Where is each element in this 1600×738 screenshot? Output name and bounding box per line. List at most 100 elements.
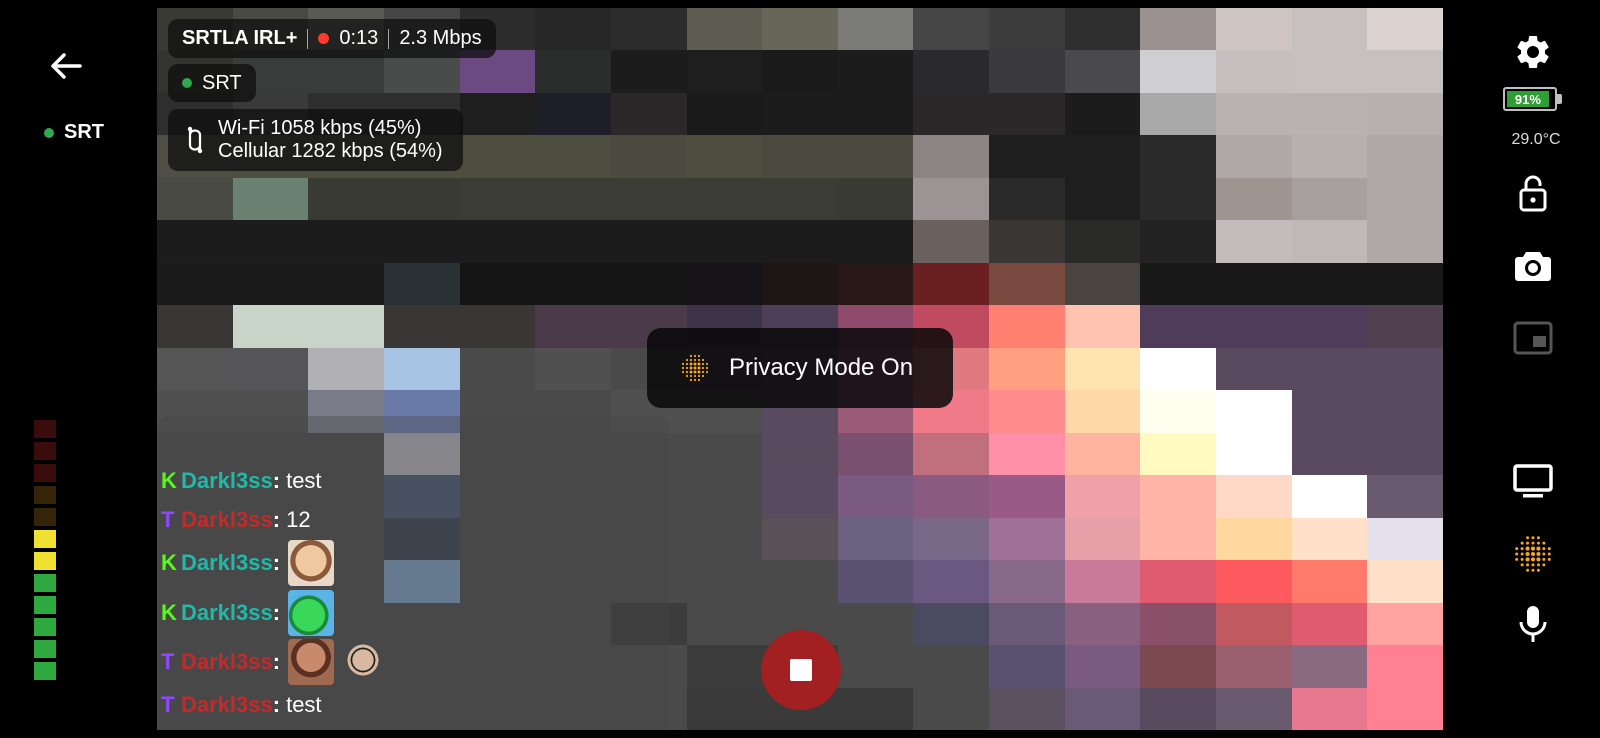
audio-meter-segment bbox=[34, 640, 56, 658]
mosaic-tile bbox=[837, 262, 914, 306]
audio-meter-segment bbox=[34, 662, 56, 680]
mosaic-tile bbox=[1064, 262, 1141, 306]
mosaic-tile bbox=[1367, 517, 1443, 561]
mosaic-tile bbox=[837, 135, 914, 178]
protocol-pill: SRT bbox=[168, 64, 256, 102]
mosaic-tile bbox=[762, 560, 838, 603]
mosaic-tile bbox=[1216, 645, 1292, 688]
monitor-icon bbox=[1513, 464, 1553, 498]
picture-in-picture-icon bbox=[1513, 321, 1553, 355]
camera-preview[interactable]: SRTLA IRL+ 0:13 2.3 Mbps SRT Wi-Fi 1058 … bbox=[157, 8, 1443, 730]
microphone-button[interactable] bbox=[1511, 602, 1555, 646]
kick-platform-badge: K bbox=[161, 468, 177, 493]
mosaic-tile bbox=[837, 560, 914, 603]
mosaic-tile bbox=[383, 305, 460, 348]
mosaic-tile bbox=[1291, 432, 1368, 476]
mosaic-tile bbox=[1064, 92, 1141, 136]
mosaic-tile bbox=[459, 305, 536, 348]
picture-in-picture-button[interactable] bbox=[1511, 316, 1555, 360]
mosaic-tile bbox=[989, 645, 1065, 688]
chat-username: Darkl3ss bbox=[181, 600, 273, 625]
mosaic-tile bbox=[913, 8, 990, 51]
mosaic-tile bbox=[1291, 177, 1368, 221]
mosaic-tile bbox=[1216, 560, 1292, 603]
mosaic-tile bbox=[1140, 432, 1217, 476]
bonding-stats-pill: Wi-Fi 1058 kbps (45%) Cellular 1282 kbps… bbox=[168, 109, 463, 171]
settings-button[interactable] bbox=[1511, 30, 1555, 74]
lock-button[interactable] bbox=[1511, 172, 1555, 216]
audio-meter-segment bbox=[34, 464, 56, 482]
mosaic-tile bbox=[232, 262, 309, 306]
mosaic-tile bbox=[1367, 262, 1443, 306]
mosaic-tile bbox=[1216, 8, 1292, 51]
mosaic-tile bbox=[1216, 347, 1292, 391]
mosaic-tile bbox=[459, 177, 536, 221]
mosaic-tile bbox=[1140, 602, 1217, 646]
mosaic-tile bbox=[1064, 177, 1141, 221]
mosaic-tile bbox=[1064, 8, 1141, 51]
back-button[interactable] bbox=[44, 44, 88, 88]
mosaic-tile bbox=[535, 8, 611, 51]
chat-username: Darkl3ss bbox=[181, 692, 273, 717]
audio-meter-segment bbox=[34, 508, 56, 526]
mosaic-tile bbox=[1140, 645, 1217, 688]
toast-text: Privacy Mode On bbox=[729, 354, 914, 381]
mosaic-tile bbox=[610, 262, 687, 306]
mosaic-tile bbox=[157, 220, 233, 263]
mosaic-tile bbox=[1140, 390, 1217, 433]
mosaic-tile bbox=[1291, 8, 1368, 51]
mosaic-tile bbox=[1367, 602, 1443, 646]
snapshot-button[interactable] bbox=[1511, 244, 1555, 288]
mosaic-tile bbox=[232, 347, 309, 391]
wifi-bitrate: Wi-Fi 1058 kbps (45%) bbox=[218, 117, 422, 139]
mosaic-tile bbox=[1216, 390, 1292, 433]
mosaic-tile bbox=[308, 347, 384, 391]
mosaic-tile bbox=[837, 475, 914, 518]
privacy-mode-button[interactable] bbox=[1511, 532, 1555, 576]
chat-separator: : bbox=[272, 468, 281, 493]
mosaic-tile bbox=[686, 220, 763, 263]
mosaic-tile bbox=[610, 50, 687, 93]
bonding-icon bbox=[187, 126, 203, 154]
battery-tip bbox=[1557, 94, 1562, 104]
laughing-face-emote bbox=[288, 540, 335, 586]
display-button[interactable] bbox=[1511, 460, 1555, 504]
mosaic-tile bbox=[913, 135, 990, 178]
mosaic-tile bbox=[989, 8, 1065, 51]
green-creature-emote bbox=[288, 590, 335, 636]
mosaic-tile bbox=[308, 262, 384, 306]
chat-message: K Darkl3ss: bbox=[161, 540, 335, 586]
mosaic-tile bbox=[913, 432, 990, 476]
mosaic-tile bbox=[913, 475, 990, 518]
mosaic-tile bbox=[1064, 347, 1141, 391]
mosaic-tile bbox=[913, 645, 990, 688]
mosaic-tile bbox=[837, 645, 914, 688]
microphone-icon bbox=[1519, 606, 1547, 642]
mosaic-tile bbox=[1140, 262, 1217, 306]
chat-separator: : bbox=[272, 507, 281, 532]
audio-meter-segment bbox=[34, 596, 56, 614]
connection-status: SRT bbox=[44, 121, 104, 144]
mosaic-tile bbox=[1216, 177, 1292, 221]
stop-stream-button[interactable] bbox=[761, 630, 841, 710]
mosaic-tile bbox=[1064, 560, 1141, 603]
battery-indicator: 91% bbox=[1503, 87, 1563, 111]
chat-message: T Darkl3ss:12 bbox=[161, 507, 311, 533]
mosaic-tile bbox=[535, 177, 611, 221]
mosaic-tile bbox=[459, 262, 536, 306]
mosaic-tile bbox=[686, 517, 763, 561]
mosaic-tile bbox=[232, 220, 309, 263]
mosaic-tile bbox=[989, 602, 1065, 646]
twitch-platform-badge: T bbox=[161, 649, 175, 674]
mosaic-tile bbox=[232, 305, 309, 348]
chat-message: T Darkl3ss: test bbox=[161, 692, 322, 718]
audio-meter-segment bbox=[34, 574, 56, 592]
divider bbox=[388, 28, 390, 49]
audio-meter-segment bbox=[34, 552, 56, 570]
mosaic-tile bbox=[686, 50, 763, 93]
mosaic-tile bbox=[989, 92, 1065, 136]
mosaic-tile bbox=[1064, 220, 1141, 263]
mosaic-tile bbox=[837, 517, 914, 561]
record-timer: 0:13 bbox=[339, 27, 379, 49]
mosaic-tile bbox=[1140, 475, 1217, 518]
